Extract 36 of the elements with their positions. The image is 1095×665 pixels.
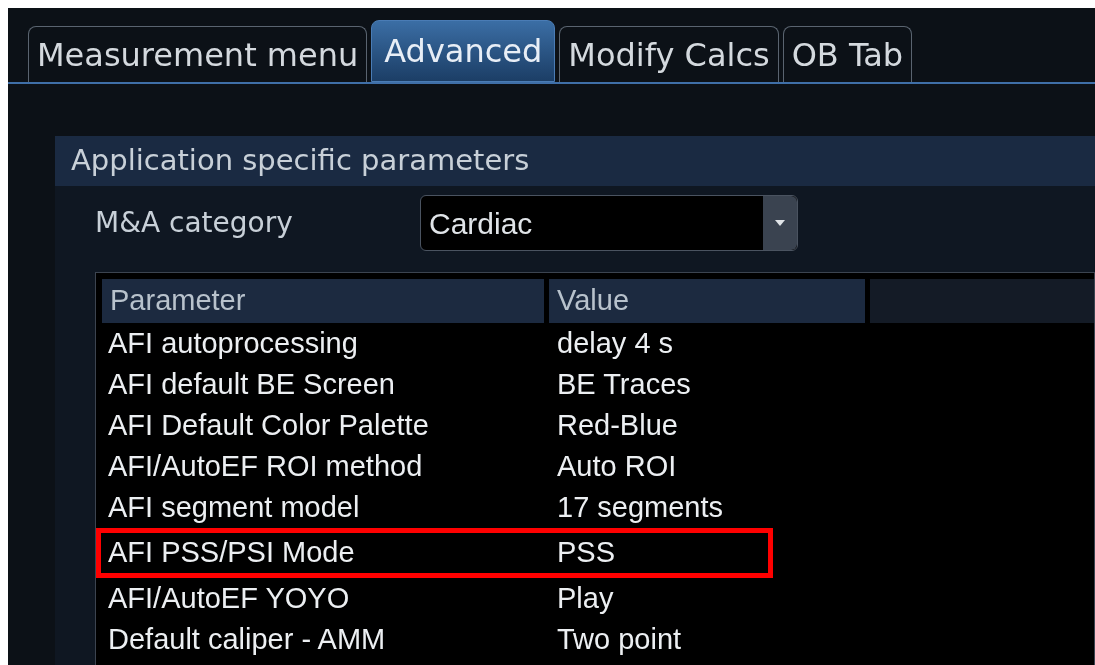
- dropdown-value: Cardiac: [428, 205, 534, 242]
- category-label: M&A category: [95, 205, 294, 241]
- table-row[interactable]: AFI Default Color Palette Red-Blue: [102, 405, 1094, 446]
- table-row[interactable]: AFI/AutoEF ROI method Auto ROI: [102, 446, 1094, 487]
- value-cell-text: Two point: [556, 621, 682, 657]
- value-cell-text: 17 segments: [556, 489, 724, 525]
- parameter-cell-text: AFI Default Color Palette: [107, 407, 430, 443]
- tab[interactable]: Advanced: [371, 20, 556, 82]
- table-row[interactable]: AFI segment model 17 segments: [102, 487, 1094, 528]
- value-cell-text: Play: [556, 580, 614, 616]
- table-row[interactable]: AFI PSS/PSI Mode PSS: [96, 528, 773, 578]
- parameter-cell-text: AFI segment model: [107, 489, 361, 525]
- parameter-cell-text: Default caliper - AMM: [107, 621, 387, 657]
- parameter-cell-text: AFI PSS/PSI Mode: [107, 535, 356, 571]
- column-header[interactable]: Value: [549, 279, 865, 323]
- column-header[interactable]: Parameter: [102, 279, 544, 323]
- parameter-cell-text: AFI autoprocessing: [107, 325, 359, 361]
- value-cell-text: delay 4 s: [556, 325, 674, 361]
- value-cell-text: PSS: [556, 535, 616, 571]
- table-row[interactable]: AFI autoprocessing delay 4 s: [102, 323, 1094, 364]
- tab[interactable]: Modify Calcs: [559, 26, 779, 82]
- value-cell-text: BE Traces: [556, 366, 691, 402]
- tab[interactable]: Measurement menu: [28, 26, 368, 82]
- table-row[interactable]: AFI/AutoEF YOYO Play: [102, 578, 1094, 619]
- parameter-cell-text: AFI/AutoEF YOYO: [107, 580, 351, 616]
- tab[interactable]: OB Tab: [782, 26, 913, 82]
- value-cell-text: Red-Blue: [556, 407, 678, 443]
- parameter-cell-text: AFI default BE Screen: [107, 366, 396, 402]
- table-row[interactable]: Default caliper - AMM Two point: [102, 619, 1094, 660]
- caret-icon: [774, 219, 786, 227]
- table-row[interactable]: AFI default BE Screen BE Traces: [102, 364, 1094, 405]
- value-cell-text: Auto ROI: [556, 448, 677, 484]
- parameter-cell-text: AFI/AutoEF ROI method: [107, 448, 424, 484]
- category-dropdown[interactable]: Cardiac: [420, 195, 798, 251]
- panel-title: Application specific parameters: [71, 142, 530, 180]
- dropdown-toggle[interactable]: [763, 196, 797, 250]
